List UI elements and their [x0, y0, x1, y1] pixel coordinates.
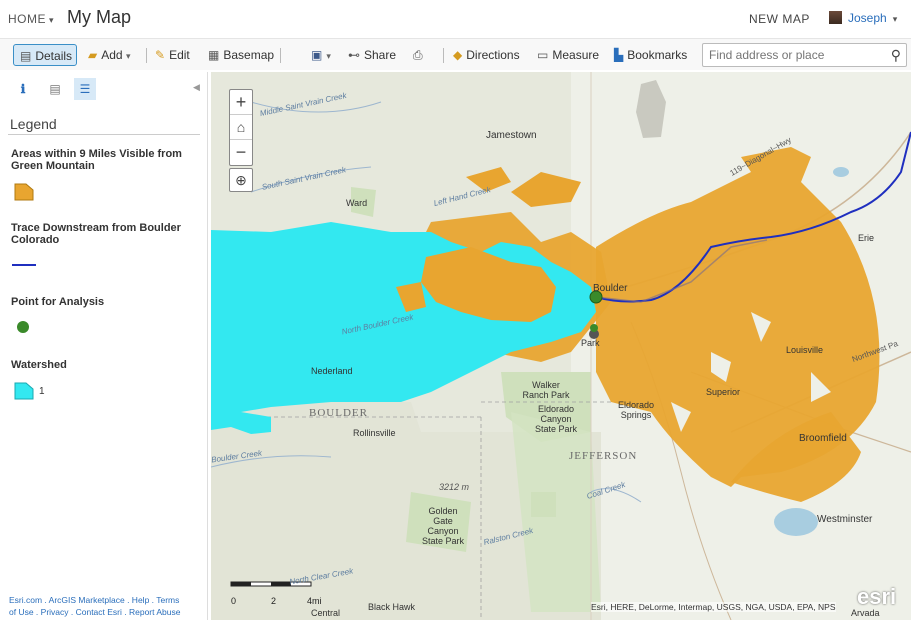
home-label: HOME	[8, 12, 46, 26]
trace-line-swatch-icon	[12, 264, 36, 266]
directions-button[interactable]: ◆ Directions	[453, 44, 520, 66]
place-label: Ward	[346, 198, 368, 208]
map-view[interactable]: Jamestown Ward Boulder Nederland Walker …	[211, 72, 911, 620]
legend-item-point-label: Point for Analysis	[11, 296, 105, 308]
place-label: Erie	[858, 233, 875, 243]
chevron-down-icon: ▾	[49, 15, 55, 25]
user-name: Joseph	[848, 11, 887, 25]
chevron-down-icon: ▾	[892, 14, 898, 24]
divider	[8, 134, 200, 135]
share-icon: ⊷	[348, 48, 360, 62]
new-map-button[interactable]: NEW MAP	[749, 12, 810, 26]
share-button[interactable]: ⊷ Share	[348, 44, 396, 66]
zoom-out-button[interactable]: −	[230, 140, 252, 165]
point-swatch-icon	[17, 321, 29, 333]
details-label: Details	[35, 49, 73, 63]
bookmarks-button[interactable]: ▙ Bookmarks	[614, 44, 687, 66]
scale-label-2: 2	[271, 596, 277, 606]
place-label: Westminster	[817, 514, 873, 525]
save-icon: ▣	[311, 48, 323, 62]
directions-icon: ◆	[453, 48, 463, 62]
measure-icon: ▭	[537, 48, 549, 62]
basemap-icon: ▦	[208, 48, 220, 62]
county-label: JEFFERSON	[569, 450, 638, 462]
divider	[443, 48, 444, 63]
bookmark-icon: ▙	[614, 48, 624, 62]
divider	[146, 48, 147, 63]
collapse-panel-icon[interactable]: ◀	[193, 82, 200, 93]
avatar	[829, 11, 842, 24]
place-label: Eldorado Canyon State Park	[534, 404, 578, 434]
legend-item-watershed-label: Watershed	[11, 359, 67, 371]
measure-label: Measure	[552, 48, 600, 62]
footer-line-2[interactable]: of Use . Privacy . Contact Esri . Report…	[9, 606, 203, 618]
about-tab-info-icon[interactable]: ℹ	[12, 78, 34, 100]
place-label: Black Hawk	[368, 602, 416, 612]
toolbar: ▤ Details ▰ Add ▾ ✎ Edit ▦ Basemap ▣ ▾ ⊷ Share…	[0, 38, 911, 70]
locate-button[interactable]: ⊕	[229, 168, 253, 192]
watershed-value-label: 1	[39, 386, 45, 397]
chevron-down-icon: ▾	[326, 51, 331, 61]
place-label: Walker Ranch Park	[522, 380, 570, 400]
home-view-button[interactable]: ⌂	[230, 115, 252, 140]
place-label: Nederland	[311, 366, 353, 376]
save-button[interactable]: ▣ ▾	[311, 44, 331, 66]
footer-line-1[interactable]: Esri.com . ArcGIS Marketplace . Help . T…	[9, 594, 203, 606]
esri-logo: esri	[857, 584, 897, 609]
viewshed-swatch-icon	[14, 183, 34, 201]
place-label: Central	[311, 608, 341, 618]
content-tab-icon[interactable]: ▤	[44, 78, 66, 100]
measure-button[interactable]: ▭ Measure	[537, 44, 599, 66]
basemap-label: Basemap	[223, 48, 275, 62]
zoom-in-button[interactable]: +	[230, 90, 252, 115]
details-icon: ▤	[20, 49, 32, 63]
pencil-icon: ✎	[155, 48, 166, 62]
search-icon[interactable]: ⚲	[891, 47, 901, 64]
home-menu[interactable]: HOME ▾	[8, 12, 54, 26]
place-label: Eldorado Springs	[617, 400, 655, 420]
scale-label-4: 4mi	[307, 596, 322, 606]
place-label: Rollinsville	[353, 428, 396, 438]
legend-tab-icon[interactable]: ☰	[74, 78, 96, 100]
user-menu[interactable]: Joseph ▾	[829, 11, 897, 25]
bookmarks-label: Bookmarks	[627, 48, 688, 62]
print-icon: ⎙	[413, 48, 423, 62]
county-label: BOULDER	[309, 407, 368, 419]
edit-button[interactable]: ✎ Edit	[155, 44, 190, 66]
legend-item-trace-label: Trace Downstream from Boulder Colorado	[11, 222, 181, 246]
details-button[interactable]: ▤ Details	[13, 44, 77, 66]
share-label: Share	[364, 48, 397, 62]
search-input[interactable]	[703, 44, 878, 66]
directions-label: Directions	[466, 48, 520, 62]
scale-label-0: 0	[231, 596, 237, 606]
edit-label: Edit	[169, 48, 190, 62]
chevron-down-icon: ▾	[125, 51, 131, 61]
side-panel: ℹ ▤ ☰ ◀ Legend Areas within 9 Miles Visi…	[0, 72, 208, 620]
place-label: Broomfield	[799, 433, 847, 444]
add-button[interactable]: ▰ Add ▾	[88, 44, 130, 66]
footer-links[interactable]: Esri.com . ArcGIS Marketplace . Help . T…	[9, 594, 203, 618]
zoom-controls: + ⌂ −	[229, 89, 253, 166]
print-button[interactable]: ⎙	[413, 44, 427, 66]
place-label: Park	[581, 338, 600, 348]
place-label: Superior	[706, 387, 741, 397]
divider	[280, 48, 281, 63]
add-label: Add	[101, 48, 123, 62]
top-bar: HOME ▾ My Map NEW MAP Joseph ▾	[0, 0, 911, 38]
page-title: My Map	[67, 7, 132, 27]
place-label: Jamestown	[486, 130, 537, 141]
search-box: ⚲	[702, 43, 907, 67]
place-label: Louisville	[786, 345, 824, 355]
map-attribution: Esri, HERE, DeLorme, Intermap, USGS, NGA…	[591, 602, 836, 612]
watershed-swatch-icon	[14, 382, 34, 400]
add-layer-icon: ▰	[88, 48, 98, 62]
place-label: Boulder	[593, 283, 628, 294]
place-label: Golden Gate Canyon State Park	[421, 506, 465, 546]
legend-title: Legend	[10, 116, 57, 132]
elevation-label: 3212 m	[439, 482, 470, 492]
basemap-button[interactable]: ▦ Basemap	[208, 44, 274, 66]
legend-item-viewshed-label: Areas within 9 Miles Visible from Green …	[11, 148, 182, 172]
